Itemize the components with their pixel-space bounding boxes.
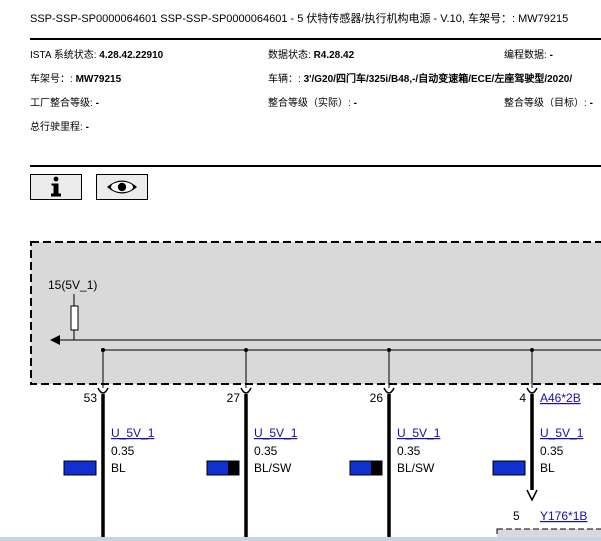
actual-label: 整合等级（实际）: <box>268 98 351 109</box>
control-unit-box <box>30 241 601 385</box>
vin-label: 车架号：: <box>30 74 73 85</box>
target-label: 整合等级（目标）: <box>504 98 587 109</box>
eye-icon <box>107 180 137 194</box>
pin-number: 27 <box>227 391 241 405</box>
wire-color-swatch-black <box>228 461 239 475</box>
info-icon <box>51 176 61 197</box>
vehicle-value: 3'/G20/四门车/325i/B48,-/自动变速箱/ECE/左座驾驶型/20… <box>303 74 573 85</box>
pin-number: 53 <box>84 391 98 405</box>
connector-terminal <box>526 387 538 394</box>
connector-link-a46[interactable]: A46*2B <box>540 391 581 405</box>
pin-number: 26 <box>370 391 384 405</box>
target-value: - <box>589 98 593 109</box>
mileage: 总行驶里程: - <box>30 118 89 133</box>
signal-link[interactable]: U_5V_1 <box>111 426 155 440</box>
resistor <box>70 305 79 331</box>
vehicle-label: 车辆：: <box>268 74 301 85</box>
signal-link[interactable]: U_5V_1 <box>254 426 298 440</box>
signal-link[interactable]: U_5V_1 <box>540 426 584 440</box>
connector-terminal <box>526 489 538 502</box>
wiring-diagram: 15(5V_1) 53 U_5V_1 0.35 BL 27 U_5V_1 0.35 BL/SW… <box>30 241 601 541</box>
connector-terminal <box>383 387 395 394</box>
wire-color-swatch-black <box>371 461 382 475</box>
vin: 车架号：: MW79215 <box>30 70 121 85</box>
supply-label: 15(5V_1) <box>48 278 97 292</box>
wire-size: 0.35 <box>540 444 564 458</box>
prog-value: - <box>549 50 553 61</box>
wire-size: 0.35 <box>254 444 278 458</box>
factory-level: 工厂整合等级: - <box>30 94 99 109</box>
wire-color-swatch <box>492 460 526 476</box>
connector-link-y176[interactable]: Y176*1B <box>540 509 587 523</box>
signal-link[interactable]: U_5V_1 <box>397 426 441 440</box>
data-status: 数据状态: R4.28.42 <box>268 46 354 61</box>
info-button[interactable] <box>30 174 82 200</box>
prog-data: 编程数据: - <box>504 46 553 61</box>
target-level: 整合等级（目标）: - <box>504 94 601 109</box>
connector-terminal <box>240 387 252 394</box>
vehicle: 车辆：: 3'/G20/四门车/325i/B48,-/自动变速箱/ECE/左座驾… <box>268 70 601 85</box>
eye-button[interactable] <box>96 174 148 200</box>
connector-terminal <box>97 387 109 394</box>
factory-value: - <box>95 98 99 109</box>
actual-level: 整合等级（实际）: - <box>268 94 357 109</box>
toolbar-divider <box>30 165 601 167</box>
ista-value: 4.28.42.22910 <box>99 50 164 61</box>
bottom-connector-pin: 5 <box>513 509 520 523</box>
prog-label: 编程数据: <box>504 50 547 61</box>
wire-size: 0.35 <box>111 444 135 458</box>
pin-number: 4 <box>519 391 526 405</box>
actual-value: - <box>353 98 357 109</box>
factory-label: 工厂整合等级: <box>30 98 93 109</box>
vin-value: MW79215 <box>75 74 122 85</box>
wire-color-swatch <box>63 460 97 476</box>
ista-status: ISTA 系统状态: 4.28.42.22910 <box>30 46 163 61</box>
wire-color: BL <box>540 461 555 475</box>
wire-color: BL/SW <box>254 461 292 475</box>
ista-label: ISTA 系统状态: <box>30 50 97 61</box>
data-label: 数据状态: <box>268 50 311 61</box>
junction-dot <box>101 348 105 352</box>
wire-color: BL <box>111 461 126 475</box>
mileage-label: 总行驶里程: <box>30 122 83 133</box>
header-divider <box>30 38 601 40</box>
wire-color: BL/SW <box>397 461 435 475</box>
horizontal-scrollbar[interactable] <box>0 537 601 541</box>
mileage-value: - <box>85 122 89 133</box>
wire-size: 0.35 <box>397 444 421 458</box>
window-title: SSP-SSP-SP0000064601 SSP-SSP-SP000006460… <box>30 13 569 25</box>
data-value: R4.28.42 <box>313 50 355 61</box>
